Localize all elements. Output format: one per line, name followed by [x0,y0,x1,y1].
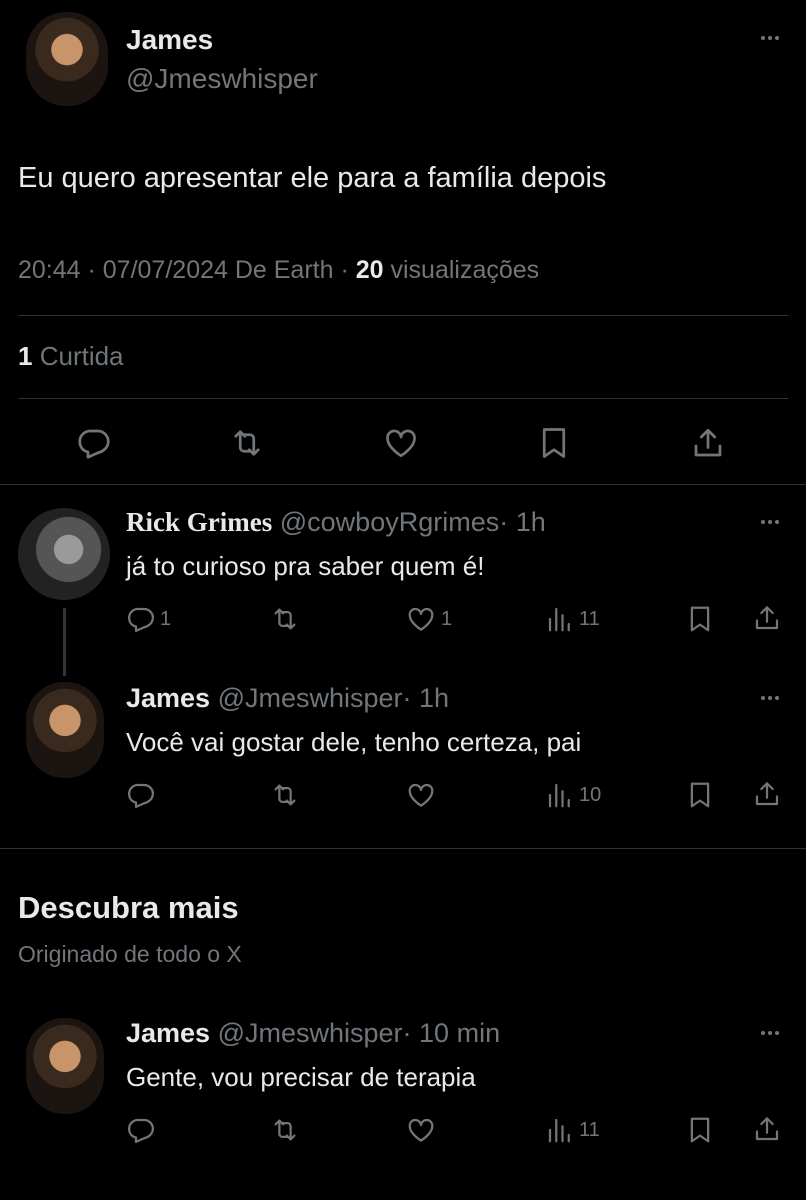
like-icon [405,604,437,634]
author-handle[interactable]: @Jmeswhisper [126,63,318,95]
timestamp[interactable]: 20:44 · 07/07/2024 De Earth · [18,256,349,284]
view-count: 10 [579,783,602,806]
views-icon [545,604,575,634]
bookmark-icon[interactable] [685,604,715,634]
like-icon[interactable] [383,425,419,461]
reply-text: já to curioso pra saber quem é! [126,551,485,581]
avatar[interactable] [18,508,110,600]
like-button[interactable] [405,1115,437,1145]
author-name[interactable]: James [126,1018,210,1048]
avatar[interactable] [26,12,108,106]
tweet-text: Gente, vou precisar de terapia [126,1062,476,1092]
more-icon[interactable] [755,28,785,48]
bookmark-icon[interactable] [536,425,572,461]
reply-icon [126,604,156,634]
author-handle[interactable]: @cowboyRgrimes [280,507,499,537]
avatar[interactable] [26,1018,104,1114]
like-count: 1 [441,607,453,630]
divider [0,848,806,849]
share-icon[interactable] [752,603,782,633]
reply-header: James @Jmeswhisper· 1h [126,683,449,714]
retweet-icon[interactable] [229,425,265,461]
reply-count: 1 [160,607,172,630]
more-icon[interactable] [755,1023,785,1043]
tweet-text: Eu quero apresentar ele para a família d… [18,162,607,194]
author-name[interactable]: James [126,683,210,713]
reply-icon [126,780,156,810]
more-icon[interactable] [755,512,785,532]
view-count: 11 [579,607,600,630]
reply-icon [126,1115,156,1145]
more-icon[interactable] [755,688,785,708]
likes-label: Curtida [39,341,124,371]
like-button[interactable] [405,780,437,810]
retweet-button[interactable] [270,780,300,810]
bookmark-icon[interactable] [685,780,715,810]
bookmark-icon[interactable] [685,1115,715,1145]
author-name[interactable]: Rick Grimes [126,507,272,537]
retweet-button[interactable] [270,604,300,634]
reply-time[interactable]: · 1h [499,507,546,537]
author-handle[interactable]: @Jmeswhisper [218,1018,403,1048]
tweet-meta: 20:44 · 07/07/2024 De Earth · 20 visuali… [18,256,539,285]
views-button[interactable]: 11 [545,604,600,634]
thread-line [63,608,66,676]
reply-button[interactable]: 1 [126,604,171,634]
reply-time[interactable]: · 1h [403,683,450,713]
views-icon [545,780,575,810]
likes-count: 1 [18,341,33,371]
reply-text: Você vai gostar dele, tenho certeza, pai [126,727,582,757]
retweet-icon [270,780,300,810]
author-name[interactable]: James [126,24,213,56]
retweet-icon [270,604,300,634]
divider [0,484,806,485]
retweet-icon [270,1115,300,1145]
share-icon[interactable] [752,1114,782,1144]
views-button[interactable]: 10 [545,780,601,810]
views-button[interactable]: 11 [545,1115,600,1145]
like-icon [405,1115,437,1145]
views-icon [545,1115,575,1145]
share-icon[interactable] [690,425,726,461]
section-subtitle: Originado de todo o X [18,941,242,967]
reply-button[interactable] [126,780,156,810]
reply-button[interactable] [126,1115,156,1145]
like-button[interactable]: 1 [405,604,452,634]
avatar[interactable] [26,682,104,778]
author-handle[interactable]: @Jmeswhisper [218,683,403,713]
view-count: 11 [579,1118,600,1141]
retweet-button[interactable] [270,1115,300,1145]
reply-icon[interactable] [76,425,112,461]
tweet-time[interactable]: · 10 min [403,1018,501,1048]
divider [18,398,788,399]
reply-header: Rick Grimes @cowboyRgrimes· 1h [126,507,546,538]
divider [18,315,788,316]
share-icon[interactable] [752,779,782,809]
views-count: 20 [355,256,384,284]
like-icon [405,780,437,810]
likes-summary[interactable]: 1 Curtida [18,341,124,372]
views-label: visualizações [390,256,540,284]
section-title: Descubra mais [18,890,239,925]
tweet-header: James @Jmeswhisper· 10 min [126,1018,500,1049]
